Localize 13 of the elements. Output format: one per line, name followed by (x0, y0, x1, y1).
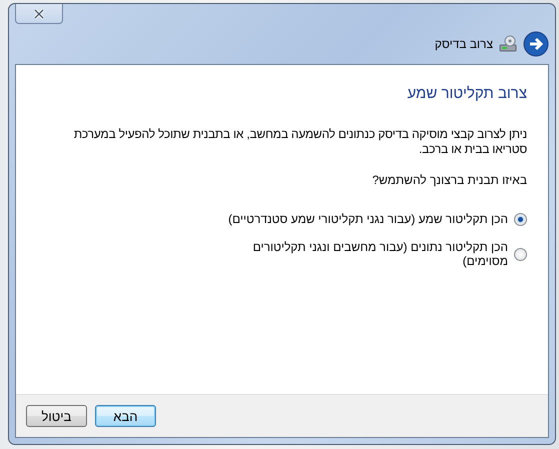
window-title: צרוב בדיסק (434, 37, 493, 51)
close-icon[interactable] (33, 8, 45, 18)
description-text: ניתן לצרוב קבצי מוסיקה בדיסק כנתונים להשמעה במחשב, או בתבנית שתוכל להפעיל במערכת סטריאו בבית או ברכב. (72, 127, 527, 157)
page-heading: צרוב תקליטור שמע (406, 85, 527, 102)
question-text: באיזו תבנית ברצונך להשתמש? (371, 173, 527, 188)
close-button[interactable] (15, 4, 63, 24)
radio-button[interactable] (514, 248, 527, 260)
radio-button[interactable] (514, 212, 527, 226)
disc-drive-icon (499, 35, 517, 53)
cancel-button[interactable]: ביטול (26, 405, 87, 427)
next-button[interactable]: הבא (95, 405, 156, 427)
option-label[interactable]: הכן תקליטור שמע (עבור נגני תקליטורי שמע סטנדרטיים) (228, 212, 508, 226)
option-label[interactable]: הכן תקליטור נתונים (עבור מחשבים ונגני תקליטורים מסוימים) (208, 240, 508, 268)
